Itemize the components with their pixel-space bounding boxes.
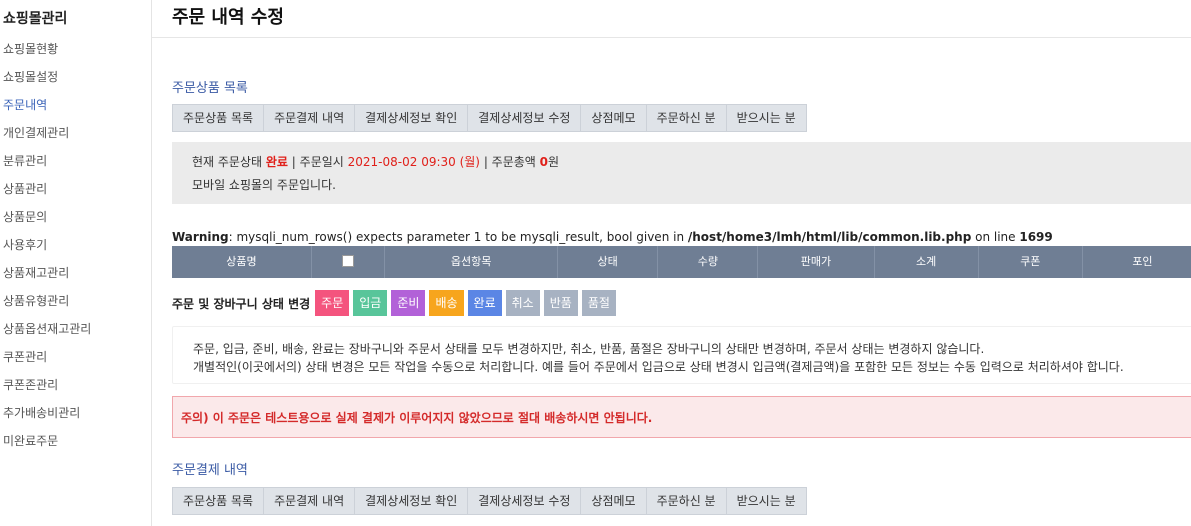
col-product-name: 상품명 xyxy=(172,246,312,278)
status-prefix: 현재 주문상태 xyxy=(192,155,263,169)
warning-label: Warning xyxy=(172,230,229,244)
test-order-alert: 주의) 이 주문은 테스트용으로 실제 결제가 이루어지지 않았으므로 절대 배… xyxy=(172,396,1191,438)
status-button-cancel[interactable]: 취소 xyxy=(505,290,540,316)
tab-orderer-2[interactable]: 주문하신 분 xyxy=(647,488,727,514)
sidebar-item-coupon-zone[interactable]: 쿠폰존관리 xyxy=(3,376,91,404)
sidebar-item-option-stock[interactable]: 상품옵션재고관리 xyxy=(3,320,91,348)
main-content: 주문 내역 수정 주문상품 목록 주문상품 목록 주문결제 내역 결제상세정보 … xyxy=(152,0,1191,526)
tab-payment-detail-edit-2[interactable]: 결제상세정보 수정 xyxy=(468,488,582,514)
php-warning: Warning: mysqli_num_rows() expects param… xyxy=(172,230,1053,244)
status-button-shipping[interactable]: 배송 xyxy=(429,290,464,316)
col-quantity: 수량 xyxy=(658,246,759,278)
warning-on-line: on line xyxy=(971,230,1020,244)
order-status-box: 현재 주문상태 완료 | 주문일시 2021-08-02 09:30 (월) |… xyxy=(172,142,1191,204)
sidebar-title: 쇼핑몰관리 xyxy=(3,11,68,27)
status-change-info: 주문, 입금, 준비, 배송, 완료는 장바구니와 주문서 상태를 모두 변경하… xyxy=(172,326,1191,384)
tab-shop-memo[interactable]: 상점메모 xyxy=(581,105,647,131)
sidebar-item-orders[interactable]: 주문내역 xyxy=(3,96,91,124)
col-options: 옵션항목 xyxy=(385,246,558,278)
tab-recipient[interactable]: 받으시는 분 xyxy=(727,105,806,131)
info-line-2: 개별적인(이곳에서의) 상태 변경은 모든 작업을 수동으로 처리합니다. 예를… xyxy=(193,360,1124,374)
alert-text: 주의) 이 주문은 테스트용으로 실제 결제가 이루어지지 않았으므로 절대 배… xyxy=(181,411,653,425)
status-button-deposit[interactable]: 입금 xyxy=(353,290,388,316)
status-button-complete[interactable]: 완료 xyxy=(467,290,502,316)
sidebar-item-coupons[interactable]: 쿠폰관리 xyxy=(3,348,91,376)
status-change-label: 주문 및 장바구니 상태 변경 xyxy=(172,296,311,311)
warning-line-number: 1699 xyxy=(1019,230,1053,244)
tab-shop-memo-2[interactable]: 상점메모 xyxy=(581,488,647,514)
info-line-1: 주문, 입금, 준비, 배송, 완료는 장바구니와 주문서 상태를 모두 변경하… xyxy=(193,342,985,356)
tab-payment-detail-view[interactable]: 결제상세정보 확인 xyxy=(355,105,469,131)
tab-payment-history[interactable]: 주문결제 내역 xyxy=(264,105,356,131)
sidebar-item-extra-shipping[interactable]: 추가배송비관리 xyxy=(3,404,91,432)
sidebar-item-personal-payment[interactable]: 개인결제관리 xyxy=(3,124,91,152)
status-button-soldout[interactable]: 품절 xyxy=(581,290,616,316)
tab-orderer[interactable]: 주문하신 분 xyxy=(647,105,727,131)
title-divider xyxy=(152,37,1191,38)
section-title-payment-history: 주문결제 내역 xyxy=(172,463,248,478)
section-tabs-payment-history: 주문상품 목록 주문결제 내역 결제상세정보 확인 결제상세정보 수정 상점메모… xyxy=(172,487,807,515)
status-button-order[interactable]: 주문 xyxy=(315,290,350,316)
tab-order-items[interactable]: 주문상품 목록 xyxy=(173,105,265,131)
col-coupon: 쿠폰 xyxy=(979,246,1083,278)
status-button-return[interactable]: 반품 xyxy=(543,290,578,316)
col-status: 상태 xyxy=(558,246,659,278)
sidebar-item-shop-status[interactable]: 쇼핑몰현황 xyxy=(3,40,91,68)
select-all-checkbox[interactable] xyxy=(342,254,355,267)
sidebar: 쇼핑몰관리 쇼핑몰현황 쇼핑몰설정 주문내역 개인결제관리 분류관리 상품관리 … xyxy=(0,0,152,526)
col-price: 판매가 xyxy=(758,246,875,278)
sidebar-item-products[interactable]: 상품관리 xyxy=(3,180,91,208)
status-button-prepare[interactable]: 준비 xyxy=(391,290,426,316)
order-total-unit: 원 xyxy=(548,155,560,169)
status-sep-total: | 주문총액 xyxy=(480,155,540,169)
warning-path: /host/home3/lmh/html/lib/common.lib.php xyxy=(687,230,972,244)
sidebar-item-incomplete-orders[interactable]: 미완료주문 xyxy=(3,432,91,460)
tab-order-items-2[interactable]: 주문상품 목록 xyxy=(173,488,265,514)
sidebar-menu: 쇼핑몰현황 쇼핑몰설정 주문내역 개인결제관리 분류관리 상품관리 상품문의 사… xyxy=(3,40,91,460)
sidebar-item-reviews[interactable]: 사용후기 xyxy=(3,236,91,264)
mobile-order-note: 모바일 쇼핑몰의 주문입니다. xyxy=(192,178,336,192)
order-datetime: 2021-08-02 09:30 (월) xyxy=(347,155,480,169)
status-change-bar: 주문 및 장바구니 상태 변경 주문 입금 준비 배송 완료 취소 반품 품절 xyxy=(172,290,620,316)
status-value: 완료 xyxy=(265,155,288,169)
section-title-order-items: 주문상품 목록 xyxy=(172,81,248,96)
tab-payment-detail-edit[interactable]: 결제상세정보 수정 xyxy=(468,105,582,131)
sidebar-item-stock[interactable]: 상품재고관리 xyxy=(3,264,91,292)
order-total: 0 xyxy=(539,155,549,169)
col-point: 포인 xyxy=(1132,255,1153,268)
sidebar-item-product-type[interactable]: 상품유형관리 xyxy=(3,292,91,320)
section-tabs-order-items: 주문상품 목록 주문결제 내역 결제상세정보 확인 결제상세정보 수정 상점메모… xyxy=(172,104,807,132)
tab-recipient-2[interactable]: 받으시는 분 xyxy=(727,488,806,514)
sidebar-item-product-qna[interactable]: 상품문의 xyxy=(3,208,91,236)
sidebar-item-category[interactable]: 분류관리 xyxy=(3,152,91,180)
col-select-all xyxy=(312,246,386,278)
sidebar-item-shop-settings[interactable]: 쇼핑몰설정 xyxy=(3,68,91,96)
tab-payment-detail-view-2[interactable]: 결제상세정보 확인 xyxy=(355,488,469,514)
col-subtotal: 소계 xyxy=(875,246,979,278)
order-items-table-header: 상품명 옵션항목 상태 수량 판매가 소계 쿠폰 포인 xyxy=(172,246,1191,278)
status-sep-date: | 주문일시 xyxy=(287,155,348,169)
page-title: 주문 내역 수정 xyxy=(172,7,284,28)
warning-message: : mysqli_num_rows() expects parameter 1 … xyxy=(228,230,688,244)
tab-payment-history-2[interactable]: 주문결제 내역 xyxy=(264,488,356,514)
order-status-line: 현재 주문상태 완료 | 주문일시 2021-08-02 09:30 (월) |… xyxy=(192,153,559,170)
